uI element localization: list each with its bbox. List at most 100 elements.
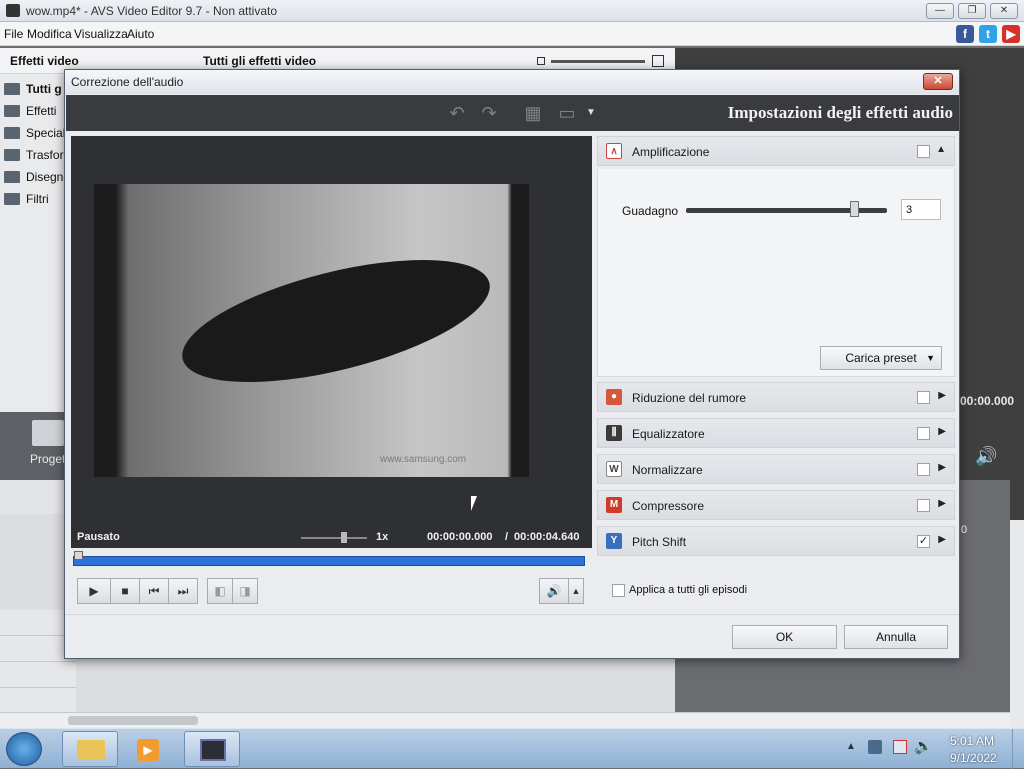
network-icon[interactable] (868, 740, 882, 754)
app-logo-icon (6, 4, 20, 17)
mouse-cursor-icon (471, 496, 483, 511)
app-close-button[interactable]: ✕ (990, 3, 1018, 19)
video-frame: www.samsung.com (94, 184, 529, 477)
clock-date[interactable]: 9/1/2022 (950, 751, 997, 765)
amplification-checkbox[interactable] (917, 145, 930, 158)
split-view-button[interactable]: ◧ (207, 578, 233, 604)
gain-input[interactable]: 3 (901, 199, 941, 220)
facebook-icon[interactable]: f (956, 25, 974, 43)
seek-handle[interactable] (74, 551, 83, 560)
player-status: Pausato (77, 531, 120, 543)
pitch-icon: Y (606, 533, 622, 549)
youtube-icon[interactable]: ▶ (1002, 25, 1020, 43)
expand-arrow-icon[interactable]: ▶ (938, 426, 946, 437)
menu-bar: File Modifica Visualizza Aiuto f t ▶ (0, 22, 1024, 46)
previous-frame-button[interactable]: ⏮ (139, 578, 169, 604)
scrollbar-thumb[interactable] (68, 716, 198, 725)
effect-label: Pitch Shift (632, 535, 687, 549)
effect-equalizer[interactable]: ⫼ Equalizzatore ▶ (597, 418, 955, 448)
clock-time[interactable]: 5:01 AM (950, 734, 994, 748)
minimize-button[interactable]: — (926, 3, 954, 19)
effect-checkbox[interactable] (917, 499, 930, 512)
zoom-slider[interactable] (551, 60, 645, 63)
horizontal-scrollbar[interactable] (0, 712, 1010, 728)
load-preset-button[interactable]: Carica preset ▼ (820, 346, 942, 370)
speed-slider-thumb[interactable] (341, 532, 347, 543)
effect-checkbox[interactable] (917, 427, 930, 440)
avs-taskbar-icon[interactable] (184, 731, 240, 767)
volume-button[interactable]: 🔊 (539, 578, 569, 604)
menu-aiuto[interactable]: Aiuto (127, 27, 154, 41)
dialog-toolbar: ↶ ↷ ▦ ▭ ▼ Impostazioni degli effetti aud… (66, 95, 959, 131)
tray-expand-icon[interactable]: ▲ (846, 741, 856, 752)
timeline-tick: 0 (961, 524, 968, 536)
lp-item-disegno[interactable]: Disegno (4, 167, 70, 187)
next-frame-button[interactable]: ⏭ (168, 578, 198, 604)
single-view-button[interactable]: ◨ (232, 578, 258, 604)
menu-modifica[interactable]: Modifica (27, 27, 72, 41)
stop-button[interactable]: ■ (110, 578, 140, 604)
volume-dropdown-icon[interactable]: ▲ (568, 578, 584, 604)
dialog-title: Correzione dell'audio (71, 75, 184, 89)
dialog-close-button[interactable]: ✕ (923, 73, 953, 90)
current-time: 00:00:00.000 (427, 531, 493, 543)
ok-button[interactable]: OK (732, 625, 837, 649)
effect-normalize[interactable]: W Normalizzare ▶ (597, 454, 955, 484)
compressor-icon: M (606, 497, 622, 513)
collapse-arrow-icon[interactable]: ▲ (936, 144, 946, 155)
show-desktop-button[interactable] (1012, 729, 1024, 769)
app-title: wow.mp4* - AVS Video Editor 9.7 - Non at… (26, 4, 278, 18)
start-button-icon[interactable] (6, 732, 42, 766)
effect-label: Compressore (632, 499, 705, 513)
expand-arrow-icon[interactable]: ▶ (938, 462, 946, 473)
play-button[interactable]: ▶ (77, 578, 111, 604)
grid-icon[interactable]: ▦ (522, 103, 544, 123)
effect-label: Equalizzatore (632, 427, 705, 441)
effect-checkbox[interactable] (917, 463, 930, 476)
seek-bar[interactable] (73, 556, 585, 566)
project-icon[interactable] (32, 420, 64, 446)
lp-item-tutti[interactable]: Tutti g (4, 79, 62, 99)
amplification-label: Amplificazione (632, 145, 710, 159)
lp-item-effetti[interactable]: Effetti (4, 101, 56, 121)
expand-arrow-icon[interactable]: ▶ (938, 390, 946, 401)
apply-all-label: Applica a tutti gli episodi (629, 584, 748, 596)
monitor-dropdown-icon[interactable]: ▼ (580, 103, 602, 123)
effect-compressor[interactable]: M Compressore ▶ (597, 490, 955, 520)
effect-label: Normalizzare (632, 463, 703, 477)
apply-all-checkbox[interactable] (612, 584, 625, 597)
menu-visualizza[interactable]: Visualizza (74, 27, 128, 41)
lp-item-speciali[interactable]: Speciali (4, 123, 68, 143)
noise-icon: ● (606, 389, 622, 405)
cancel-button[interactable]: Annulla (844, 625, 948, 649)
menu-file[interactable]: File (4, 27, 23, 41)
redo-icon[interactable]: ↷ (478, 103, 500, 123)
gain-slider-thumb[interactable] (850, 201, 859, 217)
bg-volume-icon[interactable]: 🔊 (975, 446, 997, 467)
project-label: Progett (30, 452, 69, 466)
action-center-icon[interactable] (893, 740, 907, 754)
playback-speed: 1x (376, 531, 389, 543)
effect-amplification[interactable]: ∧ Amplificazione ▲ (597, 136, 955, 166)
expand-arrow-icon[interactable]: ▶ (938, 534, 946, 545)
effect-checkbox[interactable] (917, 391, 930, 404)
lp-item-filtri[interactable]: Filtri (4, 189, 49, 209)
effect-pitch-shift[interactable]: Y Pitch Shift ✓ ▶ (597, 526, 955, 556)
large-size-icon[interactable] (652, 55, 664, 67)
effect-noise-reduction[interactable]: ● Riduzione del rumore ▶ (597, 382, 955, 412)
twitter-icon[interactable]: t (979, 25, 997, 43)
expand-arrow-icon[interactable]: ▶ (938, 498, 946, 509)
explorer-taskbar-icon[interactable] (62, 731, 118, 767)
lp-item-trasform[interactable]: Trasfor (4, 145, 64, 165)
monitor-icon[interactable]: ▭ (556, 103, 578, 123)
media-player-taskbar-icon[interactable]: ▶ (122, 731, 172, 767)
speed-slider[interactable] (301, 537, 367, 539)
speaker-icon[interactable]: 🔈 (914, 737, 933, 755)
vertical-scrollbar[interactable] (1010, 520, 1024, 728)
pitch-shift-checkbox-checked[interactable]: ✓ (917, 535, 930, 548)
restore-button[interactable]: ❐ (958, 3, 986, 19)
small-size-icon[interactable] (537, 57, 545, 65)
track-row (0, 688, 76, 714)
taskbar: ▶ ▲ 🔈 5:01 AM 9/1/2022 (0, 728, 1024, 769)
undo-icon[interactable]: ↶ (446, 103, 468, 123)
